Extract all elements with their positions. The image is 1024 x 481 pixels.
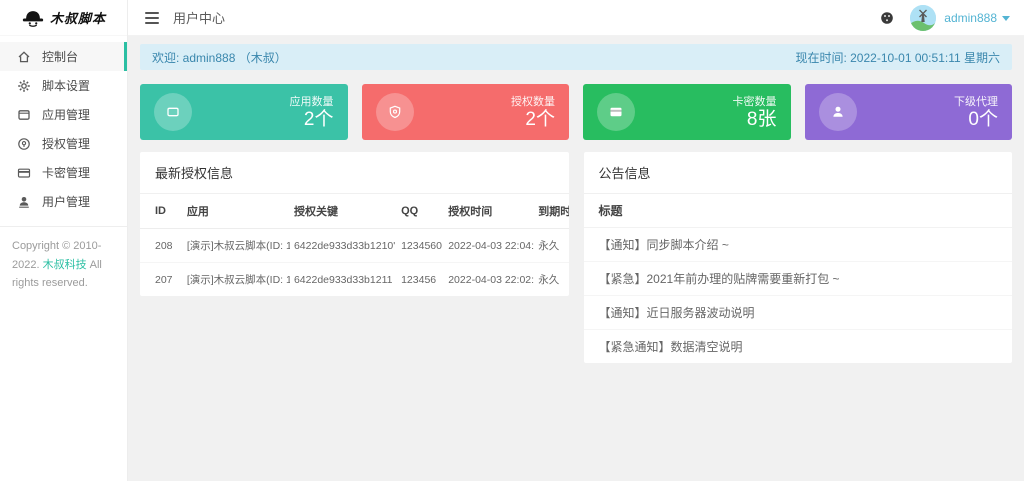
notice-title[interactable]: 【通知】近日服务器波动说明 [584, 296, 1013, 330]
latest-auth-panel: 最新授权信息 ID 应用 授权关键 QQ 授权时间 到期时间 [140, 152, 569, 296]
topbar: 用户中心 admin888 [128, 0, 1024, 36]
sidebar-item-auth-management[interactable]: 授权管理 [0, 129, 127, 158]
current-time: 现在时间: 2022-10-01 00:51:11 星期六 [795, 49, 1000, 66]
panel-title: 公告信息 [584, 152, 1013, 194]
copyright-brand-link[interactable]: 木叔科技 [43, 259, 87, 271]
user-menu[interactable]: admin888 [944, 11, 1010, 25]
table-header-row: ID 应用 授权关键 QQ 授权时间 到期时间 [140, 194, 569, 229]
stat-value: 2个 [290, 109, 334, 131]
sidebar-item-label: 用户管理 [42, 193, 90, 210]
table-row: 208 [演示]木叔云脚本(ID: 1 ) 6422de933d33b1210'… [140, 229, 569, 263]
hat-mascot-icon [21, 8, 45, 28]
user-icon [17, 195, 31, 209]
main-content: 欢迎: admin888 （木叔） 现在时间: 2022-10-01 00:51… [128, 36, 1024, 481]
stat-label: 授权数量 [511, 93, 555, 109]
stat-value: 2个 [511, 109, 555, 131]
cell-expire: 永久 [534, 263, 568, 297]
table-header-row: 标题 [584, 194, 1013, 228]
user-icon [819, 93, 857, 131]
avatar[interactable] [910, 5, 936, 31]
sidebar-item-label: 授权管理 [42, 135, 90, 152]
notice-row: 【通知】同步脚本介绍 ~ [584, 228, 1013, 262]
notice-row: 【紧急通知】数据清空说明 [584, 330, 1013, 364]
column-header: ID [140, 194, 183, 229]
notice-row: 【紧急】2021年前办理的贴牌需要重新打包 ~ [584, 262, 1013, 296]
notice-title[interactable]: 【紧急通知】数据清空说明 [584, 330, 1013, 364]
sidebar-item-label: 脚本设置 [42, 77, 90, 94]
menu-toggle-icon[interactable] [143, 8, 161, 28]
sidebar-item-label: 控制台 [42, 48, 78, 65]
stat-value: 8张 [733, 109, 777, 131]
stat-value: 0个 [954, 109, 998, 131]
sidebar-item-app-management[interactable]: 应用管理 [0, 100, 127, 129]
chevron-down-icon [1002, 16, 1010, 21]
sidebar: 木叔脚本 控制台 脚本设置 应用管理 [0, 0, 128, 481]
cell-qq: 123456 [397, 263, 444, 297]
cell-auth-time: 2022-04-03 22:04:24 [444, 229, 534, 263]
cell-auth-time: 2022-04-03 22:02:21 [444, 263, 534, 297]
sidebar-item-card-management[interactable]: 卡密管理 [0, 158, 127, 187]
stat-label: 下级代理 [954, 93, 998, 109]
auth-table: ID 应用 授权关键 QQ 授权时间 到期时间 208 [演示]木叔云脚本(ID… [140, 194, 569, 296]
column-header: QQ [397, 194, 444, 229]
notice-title[interactable]: 【紧急】2021年前办理的贴牌需要重新打包 ~ [584, 262, 1013, 296]
brand-logo[interactable]: 木叔脚本 [0, 0, 127, 36]
cell-app: [演示]木叔云脚本(ID: 1 ) [183, 263, 290, 297]
welcome-text: 欢迎: admin888 （木叔） [152, 49, 287, 66]
column-header: 授权关键 [290, 194, 397, 229]
cell-qq: 1234560 [397, 229, 444, 263]
sidebar-item-script-settings[interactable]: 脚本设置 [0, 71, 127, 100]
column-header: 到期时间 [534, 194, 568, 229]
table-row: 207 [演示]木叔云脚本(ID: 1 ) 6422de933d33b1211 … [140, 263, 569, 297]
stat-label: 卡密数量 [733, 93, 777, 109]
gear-icon [17, 79, 31, 93]
notice-row: 【通知】近日服务器波动说明 [584, 296, 1013, 330]
stat-card-agents: 下级代理 0个 [805, 84, 1013, 140]
panels: 最新授权信息 ID 应用 授权关键 QQ 授权时间 到期时间 [140, 152, 1012, 363]
sidebar-item-label: 卡密管理 [42, 164, 90, 181]
page-title: 用户中心 [173, 8, 225, 27]
cell-key: 6422de933d33b1211 [290, 263, 397, 297]
stat-card-cards: 卡密数量 8张 [583, 84, 791, 140]
column-header: 标题 [584, 194, 1013, 228]
username-label: admin888 [944, 11, 997, 25]
cell-key: 6422de933d33b1210' [290, 229, 397, 263]
cell-expire: 永久 [534, 229, 568, 263]
sidebar-item-label: 应用管理 [42, 106, 90, 123]
shield-icon [376, 93, 414, 131]
panel-title: 最新授权信息 [140, 152, 569, 194]
welcome-banner: 欢迎: admin888 （木叔） 现在时间: 2022-10-01 00:51… [140, 44, 1012, 70]
auth-badge-icon [17, 137, 31, 151]
cell-app: [演示]木叔云脚本(ID: 1 ) [183, 229, 290, 263]
card-icon [17, 166, 31, 180]
app-window-icon [154, 93, 192, 131]
sidebar-item-user-management[interactable]: 用户管理 [0, 187, 127, 216]
copyright: Copyright © 2010-2022. 木叔科技 All rights r… [0, 226, 127, 303]
sidebar-item-dashboard[interactable]: 控制台 [0, 42, 127, 71]
app-root: 木叔脚本 控制台 脚本设置 应用管理 [0, 0, 1024, 481]
column-header: 授权时间 [444, 194, 534, 229]
column-header: 应用 [183, 194, 290, 229]
stat-label: 应用数量 [290, 93, 334, 109]
brand-name: 木叔脚本 [50, 8, 106, 27]
cell-id: 207 [140, 263, 183, 297]
notice-panel: 公告信息 标题 【通知】同步脚本介绍 ~ 【紧急】2021年前办理的贴牌需要重新… [584, 152, 1013, 363]
sidebar-menu: 控制台 脚本设置 应用管理 授权管理 [0, 36, 127, 216]
cell-id: 208 [140, 229, 183, 263]
notice-title[interactable]: 【通知】同步脚本介绍 ~ [584, 228, 1013, 262]
theme-icon[interactable] [880, 11, 894, 25]
notice-table: 标题 【通知】同步脚本介绍 ~ 【紧急】2021年前办理的贴牌需要重新打包 ~ … [584, 194, 1013, 363]
stat-card-apps: 应用数量 2个 [140, 84, 348, 140]
app-window-icon [17, 108, 31, 122]
topbar-right: admin888 [880, 5, 1024, 31]
credit-card-icon [597, 93, 635, 131]
home-icon [17, 50, 31, 64]
stat-card-authorizations: 授权数量 2个 [362, 84, 570, 140]
stat-cards: 应用数量 2个 授权数量 2个 卡密数量 8张 [140, 84, 1012, 140]
